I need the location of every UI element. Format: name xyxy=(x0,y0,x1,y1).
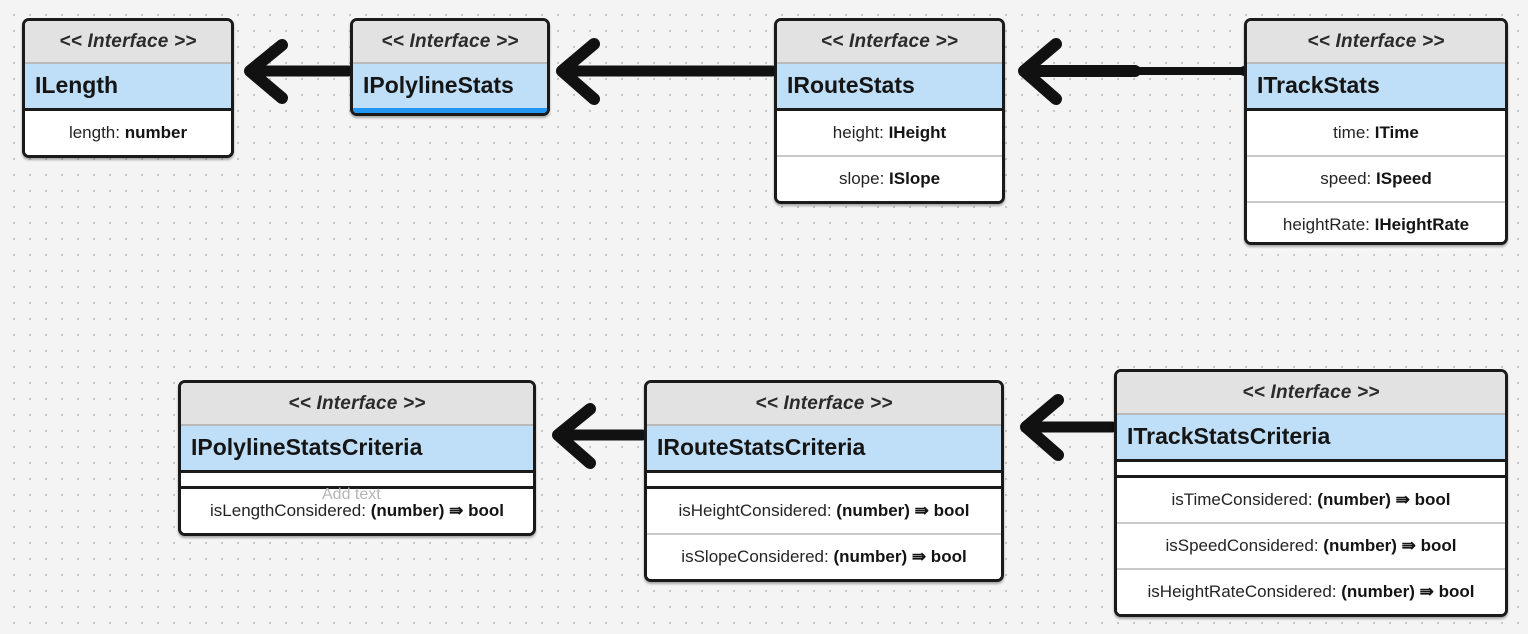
member-label: speed: xyxy=(1320,169,1372,188)
member-row[interactable]: height: IHeight xyxy=(777,111,1002,155)
stereotype-label: << Interface >> xyxy=(25,21,231,64)
uml-class-iroutestatscriteria[interactable]: << Interface >> IRouteStatsCriteria isHe… xyxy=(644,380,1004,582)
stereotype-label: << Interface >> xyxy=(647,383,1001,426)
arrow-itrackstatscriteria-to-iroutestatscriteria xyxy=(1020,394,1119,461)
arrow-itrackstats-to-iroutestats xyxy=(1018,38,1249,105)
empty-compartment[interactable] xyxy=(1117,462,1505,478)
member-label: isSpeedConsidered: xyxy=(1165,536,1319,555)
member-row[interactable]: isSpeedConsidered: (number) ⇛ bool xyxy=(1117,522,1505,568)
arrow-ipolylinestats-to-ilength xyxy=(244,39,355,104)
interface-name: IPolylineStats xyxy=(353,64,547,113)
uml-class-ipolylinestatscriteria[interactable]: << Interface >> IPolylineStatsCriteria i… xyxy=(178,380,536,536)
member-type: number xyxy=(124,123,188,142)
member-row[interactable]: time: ITime xyxy=(1247,111,1505,155)
member-label: isSlopeConsidered: xyxy=(681,547,829,566)
member-row[interactable]: isHeightConsidered: (number) ⇛ bool xyxy=(647,489,1001,533)
member-label: isTimeConsidered: xyxy=(1171,490,1313,509)
member-label: isHeightRateConsidered: xyxy=(1147,582,1337,601)
stereotype-label: << Interface >> xyxy=(777,21,1002,64)
member-row[interactable]: slope: ISlope xyxy=(777,155,1002,201)
member-row[interactable]: length: number xyxy=(25,111,231,155)
interface-name: ILength xyxy=(25,64,231,111)
member-type: (number) ⇛ bool xyxy=(836,501,970,520)
member-row[interactable]: isTimeConsidered: (number) ⇛ bool xyxy=(1117,478,1505,522)
uml-class-ipolylinestats[interactable]: << Interface >> IPolylineStats xyxy=(350,18,550,116)
stereotype-label: << Interface >> xyxy=(353,21,547,64)
uml-class-iroutestats[interactable]: << Interface >> IRouteStats height: IHei… xyxy=(774,18,1005,204)
member-type: IHeightRate xyxy=(1374,215,1470,234)
empty-compartment[interactable] xyxy=(181,473,533,489)
member-label: height: xyxy=(832,123,884,142)
member-type: IHeight xyxy=(888,123,947,142)
stereotype-label: << Interface >> xyxy=(1117,372,1505,415)
member-row[interactable]: isSlopeConsidered: (number) ⇛ bool xyxy=(647,533,1001,579)
arrow-iroutestats-to-ipolylinestats xyxy=(556,38,779,105)
member-row[interactable]: heightRate: IHeightRate xyxy=(1247,201,1505,242)
member-label: heightRate: xyxy=(1282,215,1370,234)
member-row[interactable]: isHeightRateConsidered: (number) ⇛ bool xyxy=(1117,568,1505,614)
uml-class-itrackstatscriteria[interactable]: << Interface >> ITrackStatsCriteria isTi… xyxy=(1114,369,1508,617)
member-label: time: xyxy=(1333,123,1370,142)
member-label: isHeightConsidered: xyxy=(678,501,832,520)
diagram-canvas[interactable]: << Interface >> ILength length: number <… xyxy=(0,0,1528,634)
interface-name: ITrackStatsCriteria xyxy=(1117,415,1505,462)
uml-class-itrackstats[interactable]: << Interface >> ITrackStats time: ITime … xyxy=(1244,18,1508,245)
member-label: length: xyxy=(68,123,120,142)
member-type: (number) ⇛ bool xyxy=(1341,582,1475,601)
member-type: ISpeed xyxy=(1376,169,1432,188)
empty-compartment[interactable] xyxy=(647,473,1001,489)
stereotype-label: << Interface >> xyxy=(1247,21,1505,64)
arrow-iroutestatscriteria-to-ipolylinestatscriteria xyxy=(552,403,649,469)
stereotype-label: << Interface >> xyxy=(181,383,533,426)
member-row[interactable]: isLengthConsidered: (number) ⇛ bool xyxy=(181,489,533,533)
member-type: (number) ⇛ bool xyxy=(370,501,504,520)
interface-name: IPolylineStatsCriteria xyxy=(181,426,533,473)
member-type: (number) ⇛ bool xyxy=(1317,490,1451,509)
interface-name: ITrackStats xyxy=(1247,64,1505,111)
member-row[interactable]: speed: ISpeed xyxy=(1247,155,1505,201)
member-label: slope: xyxy=(838,169,885,188)
member-type: ISlope xyxy=(889,169,941,188)
member-type: (number) ⇛ bool xyxy=(1323,536,1457,555)
uml-class-ilength[interactable]: << Interface >> ILength length: number xyxy=(22,18,234,158)
interface-name: IRouteStats xyxy=(777,64,1002,111)
member-type: (number) ⇛ bool xyxy=(833,547,967,566)
member-label: isLengthConsidered: xyxy=(210,501,366,520)
interface-name: IRouteStatsCriteria xyxy=(647,426,1001,473)
member-type: ITime xyxy=(1374,123,1419,142)
